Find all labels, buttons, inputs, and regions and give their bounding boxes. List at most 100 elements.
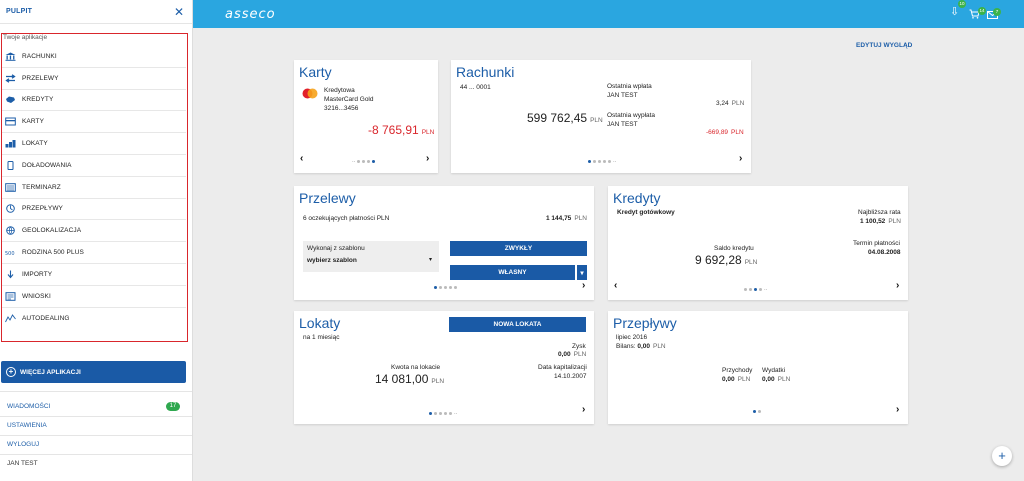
sidebar-item-autodealing[interactable]: AUTODEALING [2,308,186,330]
pager-dot[interactable] [444,411,447,415]
sidebar-header: PULPIT ✕ [0,0,192,24]
sidebar-item-label: AUTODEALING [22,314,70,322]
prev-arrow-icon[interactable]: ‹ [300,153,303,164]
loan-balance-value: 9 692,28 [695,253,742,267]
sidebar-item-importy[interactable]: IMPORTY [2,264,186,286]
sidebar-item-lokaty[interactable]: LOKATY [2,133,186,155]
sidebar-item-kredyty[interactable]: KREDYTY [2,90,186,112]
own-transfer-button[interactable]: WŁASNY [450,265,575,280]
pager-ellipsis: .. [613,158,617,164]
pending-payments: 6 oczekujących płatności PLN [303,215,390,222]
normal-transfer-button[interactable]: ZWYKŁY [450,241,587,256]
account-balance: 599 762,45 PLN [527,111,603,125]
pager-dots: .. [429,410,457,416]
chart-icon [4,314,16,323]
download-icon[interactable]: ⇩ [950,5,959,18]
currency: PLN [573,351,587,358]
next-arrow-icon[interactable]: › [582,280,585,291]
transfers-widget: Przelewy 6 oczekujących płatności PLN 1 … [294,186,594,300]
last-out-amount: -669,89 PLN [706,129,744,136]
expense: 0,00 PLN [762,376,790,383]
sidebar-item-przelewy[interactable]: PRZELEWY [2,68,186,90]
widget-title[interactable]: Karty [299,64,332,80]
divider [0,416,192,417]
messages-link[interactable]: WIADOMOŚCI [7,403,50,410]
sidebar-item-doladowania[interactable]: DOŁADOWANIA [2,155,186,177]
pager-dot-active[interactable] [372,159,376,163]
currency: PLN [574,215,587,222]
next-arrow-icon[interactable]: › [896,404,899,415]
pager-dot[interactable] [598,159,601,163]
last-out-name: JAN TEST [607,121,638,128]
profit-value: 0,00 [558,351,571,358]
pager-dot[interactable] [759,287,762,291]
more-apps-button[interactable]: + WIĘCEJ APLIKACJI [1,361,186,383]
sidebar-item-przeplywy[interactable]: PRZEPŁYWY [2,199,186,221]
pager-dot[interactable] [454,286,457,289]
pager-dot-active[interactable] [588,159,591,163]
pager-dot[interactable] [444,286,447,289]
pager-dot[interactable] [439,286,442,289]
pager-dot[interactable] [439,411,442,415]
pager-dot[interactable] [367,159,371,163]
widget-title[interactable]: Przelewy [299,190,356,206]
pager-dot[interactable] [608,159,611,163]
currency: PLN [421,129,435,136]
widget-title[interactable]: Lokaty [299,315,340,331]
sidebar-item-rachunki[interactable]: RACHUNKI [2,46,186,68]
income-label: Przychody [722,367,753,374]
sidebar: PULPIT ✕ Twoje aplikacje RACHUNKI PRZELE… [0,0,193,481]
pager-dot[interactable] [449,286,452,289]
sidebar-item-geolokalizacja[interactable]: GEOLOKALIZACJA [2,220,186,243]
more-apps-label: WIĘCEJ APLIKACJI [20,368,81,376]
profit-label: Zysk [572,343,586,350]
sidebar-item-rodzina-500-plus[interactable]: 500 RODZINA 500 PLUS [2,242,186,264]
currency: PLN [737,376,751,383]
next-arrow-icon[interactable]: › [739,153,742,164]
pager-dot[interactable] [749,287,752,291]
sidebar-item-karty[interactable]: KARTY [2,111,186,134]
widget-title[interactable]: Rachunki [456,64,514,80]
pager-dot[interactable] [357,159,361,163]
next-arrow-icon[interactable]: › [582,404,585,415]
pager-dot[interactable] [362,159,366,163]
pager-dot[interactable] [593,159,596,163]
pager-dot-active[interactable] [429,411,432,415]
edit-view-link[interactable]: EDYTUJ WYGLĄD [856,42,912,49]
close-icon[interactable]: ✕ [174,6,184,18]
pager-dot-active[interactable] [434,286,437,289]
pager-dot-active[interactable] [753,410,756,413]
next-arrow-icon[interactable]: › [896,280,899,291]
due-date: 04.08.2008 [868,249,901,256]
pager-dot[interactable] [758,410,761,413]
pager-ellipsis: .. [352,158,356,164]
pager-dot[interactable] [449,411,452,415]
settings-link[interactable]: USTAWIENIA [7,422,47,429]
pager-dot[interactable] [603,159,606,163]
sidebar-item-label: GEOLOKALIZACJA [22,227,82,235]
pager-dot[interactable] [744,287,747,291]
next-arrow-icon[interactable]: › [426,153,429,164]
prev-arrow-icon[interactable]: ‹ [614,280,617,291]
currency: PLN [888,218,901,225]
pager-ellipsis: .. [454,410,458,416]
sidebar-item-terminarz[interactable]: TERMINARZ [2,177,186,199]
form-icon [4,291,16,301]
sidebar-item-label: PRZEPŁYWY [22,205,63,213]
card-icon [4,117,16,126]
loan-type: Kredyt gotówkowy [617,209,675,216]
pager-dot-active[interactable] [754,287,757,291]
next-rate-value: 1 100,52 [860,218,886,225]
sidebar-item-wnioski[interactable]: WNIOSKI [2,286,186,308]
new-deposit-button[interactable]: NOWA LOKATA [449,317,586,332]
expense-value: 0,00 [762,376,775,383]
widget-title[interactable]: Kredyty [613,190,660,206]
chevron-down-icon[interactable]: ▾ [576,265,587,280]
add-widget-button[interactable]: + [992,446,1012,466]
profit: 0,00 PLN [558,351,586,358]
pager-dot[interactable] [434,411,437,415]
template-select[interactable]: Wykonaj z szablonu wybierz szablon ▾ [303,241,439,272]
logout-link[interactable]: WYLOGUJ [7,441,39,448]
widget-title[interactable]: Przepływy [613,315,677,331]
pager-dots: .. [352,158,376,164]
